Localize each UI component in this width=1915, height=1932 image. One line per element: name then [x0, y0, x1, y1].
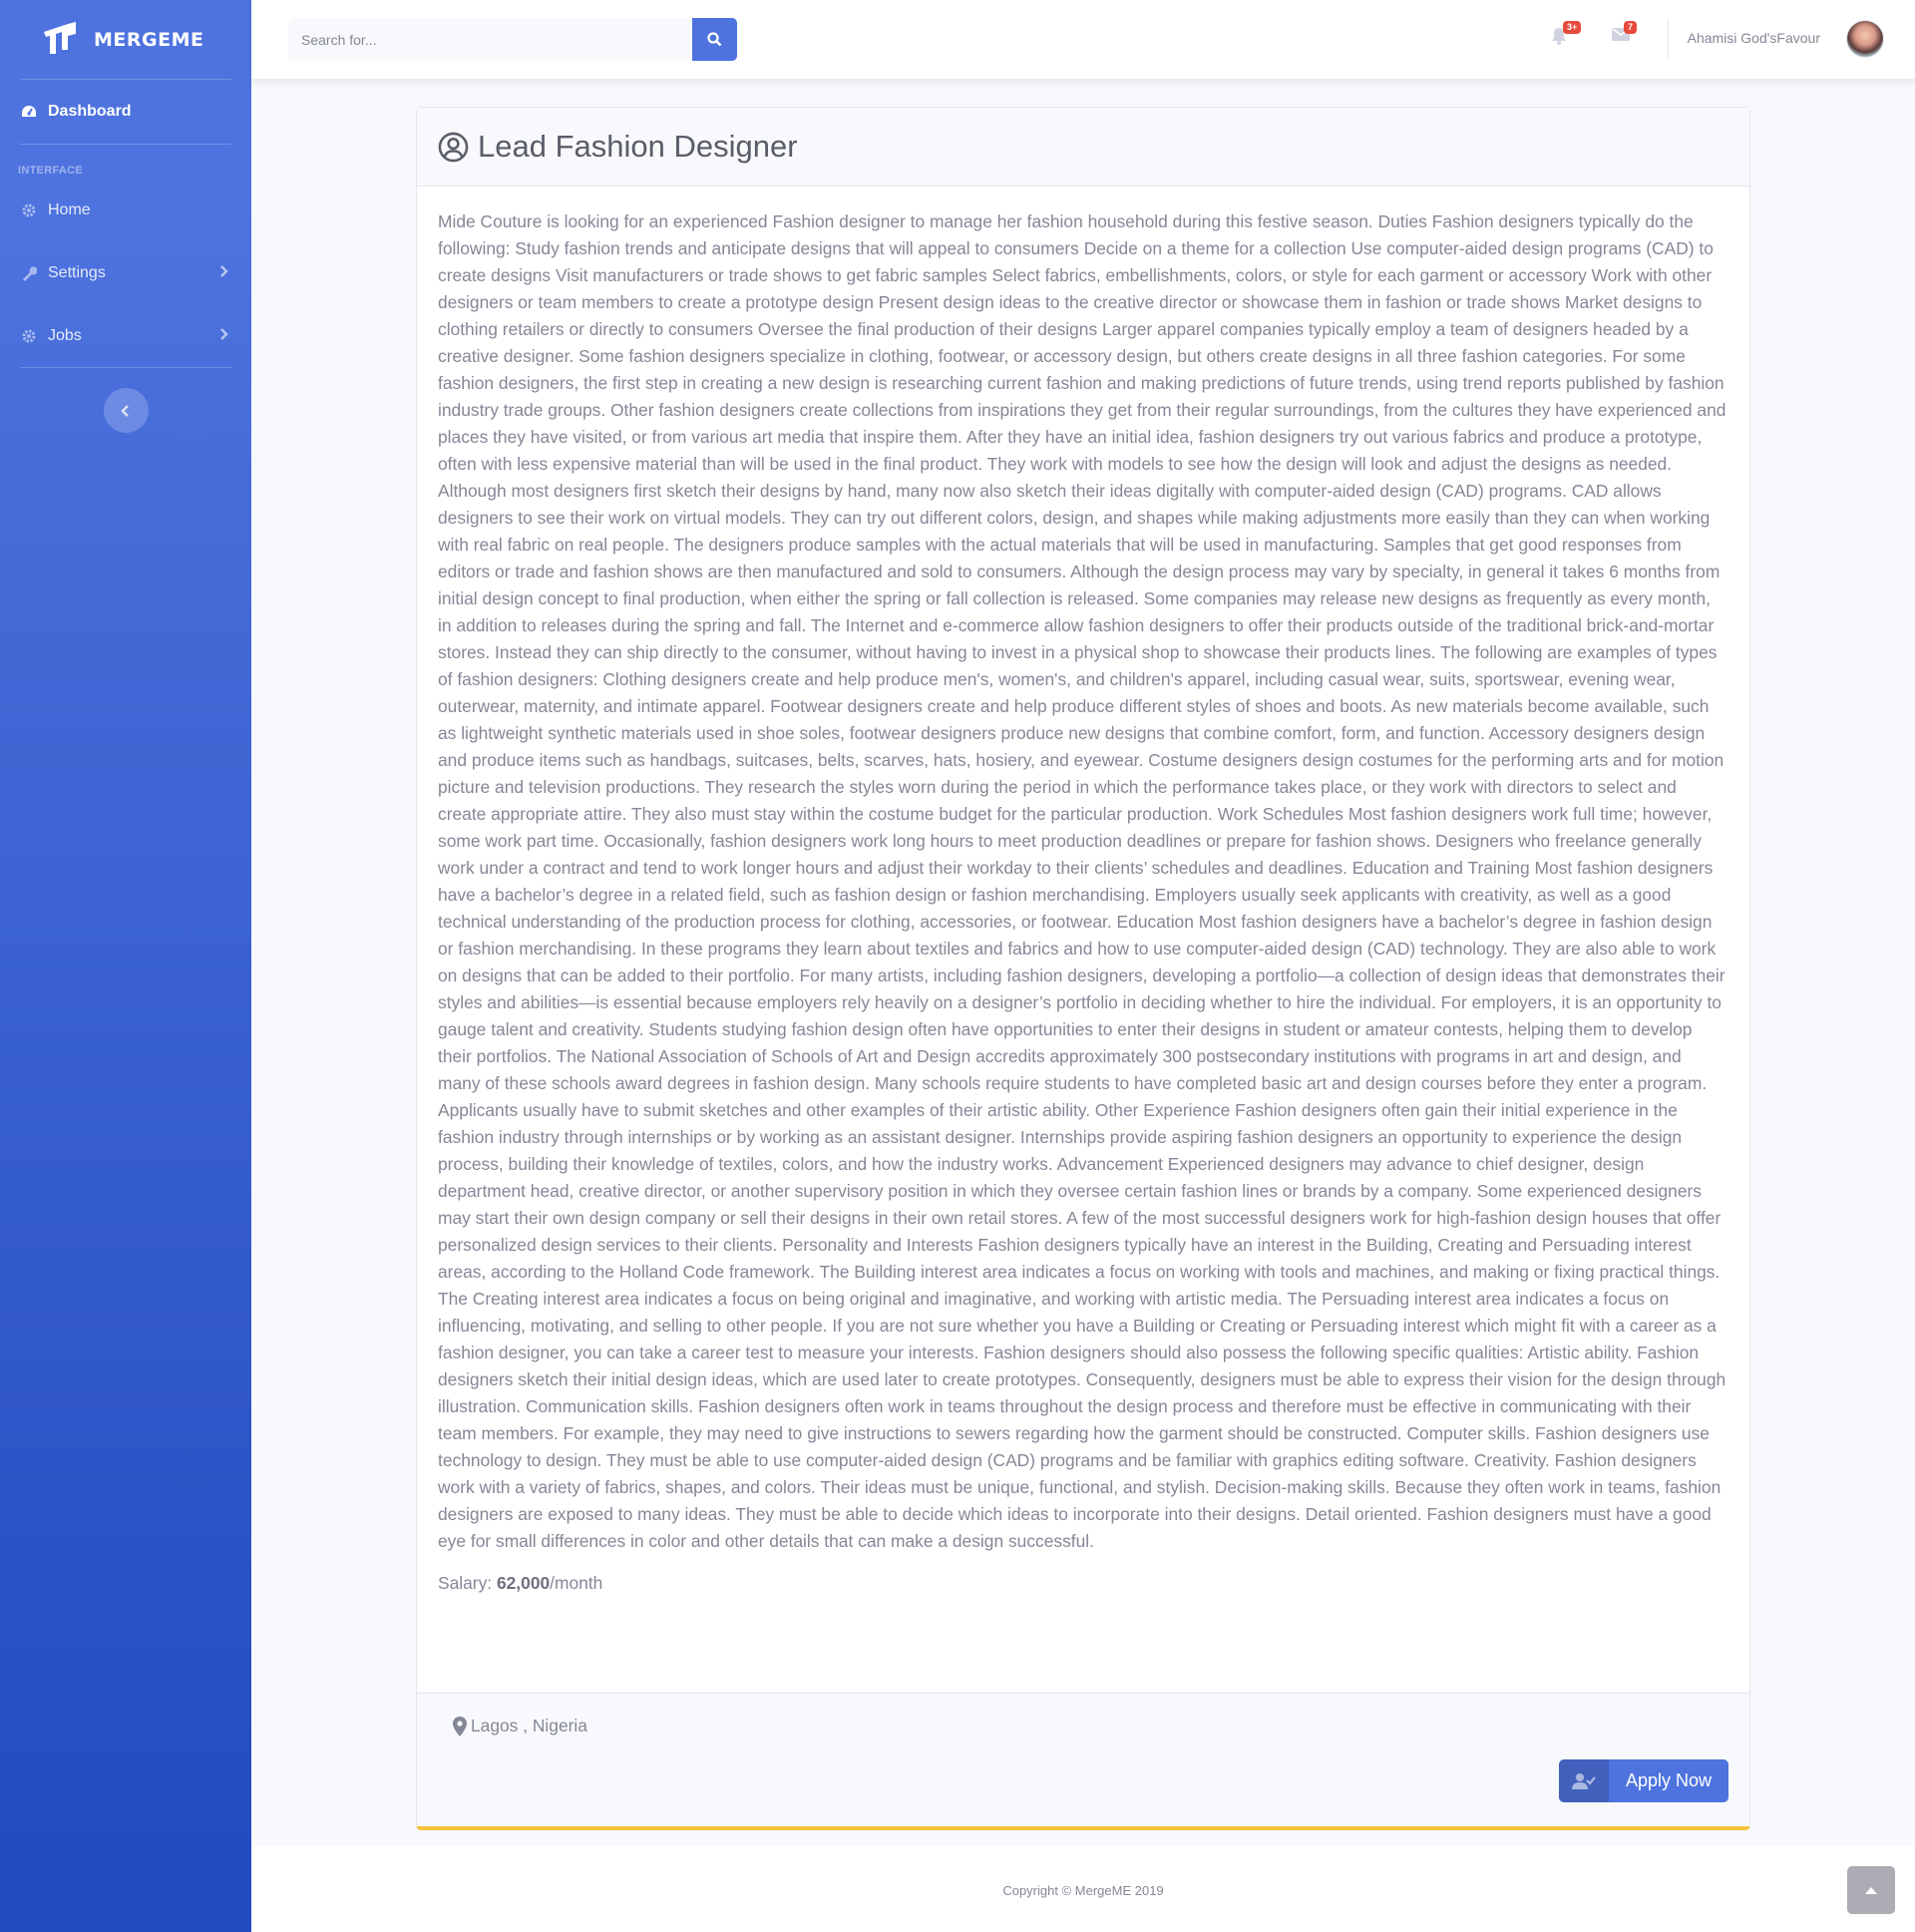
messages-dropdown[interactable]: 7	[1612, 21, 1638, 47]
alerts-badge: 3+	[1563, 21, 1582, 34]
salary: Salary: 62,000/month	[438, 1573, 1728, 1594]
messages-badge: 7	[1624, 21, 1638, 34]
user-check-icon	[1559, 1759, 1609, 1802]
user-name[interactable]: Ahamisi God'sFavour	[1688, 30, 1820, 46]
wrench-icon	[20, 264, 38, 282]
sidebar-toggle-button[interactable]	[103, 388, 149, 433]
sidebar: MERGEME Dashboard INTERFACE Home Setting…	[0, 0, 251, 1932]
sidebar-item-settings[interactable]: Settings	[0, 241, 251, 304]
chevron-right-icon	[219, 327, 229, 345]
job-location: Lagos , Nigeria	[453, 1716, 587, 1737]
card-footer: Lagos , Nigeria Apply Now	[417, 1693, 1749, 1826]
sidebar-item-home[interactable]: Home	[0, 179, 251, 241]
brand-logo-icon	[44, 21, 76, 54]
apply-now-label: Apply Now	[1625, 1770, 1713, 1790]
avatar[interactable]	[1846, 20, 1884, 58]
sidebar-item-dashboard[interactable]: Dashboard	[0, 80, 251, 144]
brand[interactable]: MERGEME	[0, 0, 251, 79]
card-header: Lead Fashion Designer	[417, 108, 1749, 187]
topbar: 3+ 7 Ahamisi God'sFavour	[251, 0, 1915, 79]
salary-unit: /month	[550, 1573, 603, 1593]
search-icon	[707, 32, 722, 47]
apply-now-button[interactable]: Apply Now	[1559, 1759, 1728, 1802]
gear-icon	[20, 201, 38, 219]
chevron-left-icon	[121, 404, 129, 417]
sidebar-item-label: Home	[48, 200, 91, 218]
scroll-to-top-button[interactable]	[1847, 1866, 1895, 1914]
search-button[interactable]	[692, 18, 737, 61]
job-card: Lead Fashion Designer Mide Couture is lo…	[416, 107, 1750, 1830]
search-input[interactable]	[288, 18, 692, 61]
brand-name: MERGEME	[94, 28, 204, 51]
alerts-dropdown[interactable]: 3+	[1551, 21, 1582, 47]
sidebar-item-label: Dashboard	[48, 103, 132, 120]
page-footer: Copyright © MergeME 2019	[251, 1846, 1915, 1932]
sidebar-item-label: Settings	[48, 263, 106, 281]
sidebar-item-jobs[interactable]: Jobs	[0, 304, 251, 367]
topbar-divider	[1668, 19, 1669, 60]
sidebar-heading: INTERFACE	[18, 165, 84, 177]
salary-label: Salary:	[438, 1573, 497, 1593]
sidebar-divider	[20, 367, 231, 368]
copyright: Copyright © MergeME 2019	[1002, 1883, 1164, 1898]
job-title: Lead Fashion Designer	[478, 129, 798, 164]
chevron-right-icon	[219, 264, 229, 282]
user-circle-icon	[438, 132, 469, 162]
search-bar	[288, 18, 737, 61]
job-description: Mide Couture is looking for an experienc…	[438, 211, 1726, 1551]
gear-icon	[20, 327, 38, 345]
tachometer-icon	[20, 103, 38, 121]
card-body: Mide Couture is looking for an experienc…	[417, 187, 1749, 1594]
sidebar-item-label: Jobs	[48, 326, 82, 344]
salary-value: 62,000	[496, 1573, 551, 1593]
chevron-up-icon	[1865, 1887, 1877, 1894]
map-marker-icon	[453, 1716, 467, 1737]
location-text: Lagos , Nigeria	[471, 1716, 587, 1736]
